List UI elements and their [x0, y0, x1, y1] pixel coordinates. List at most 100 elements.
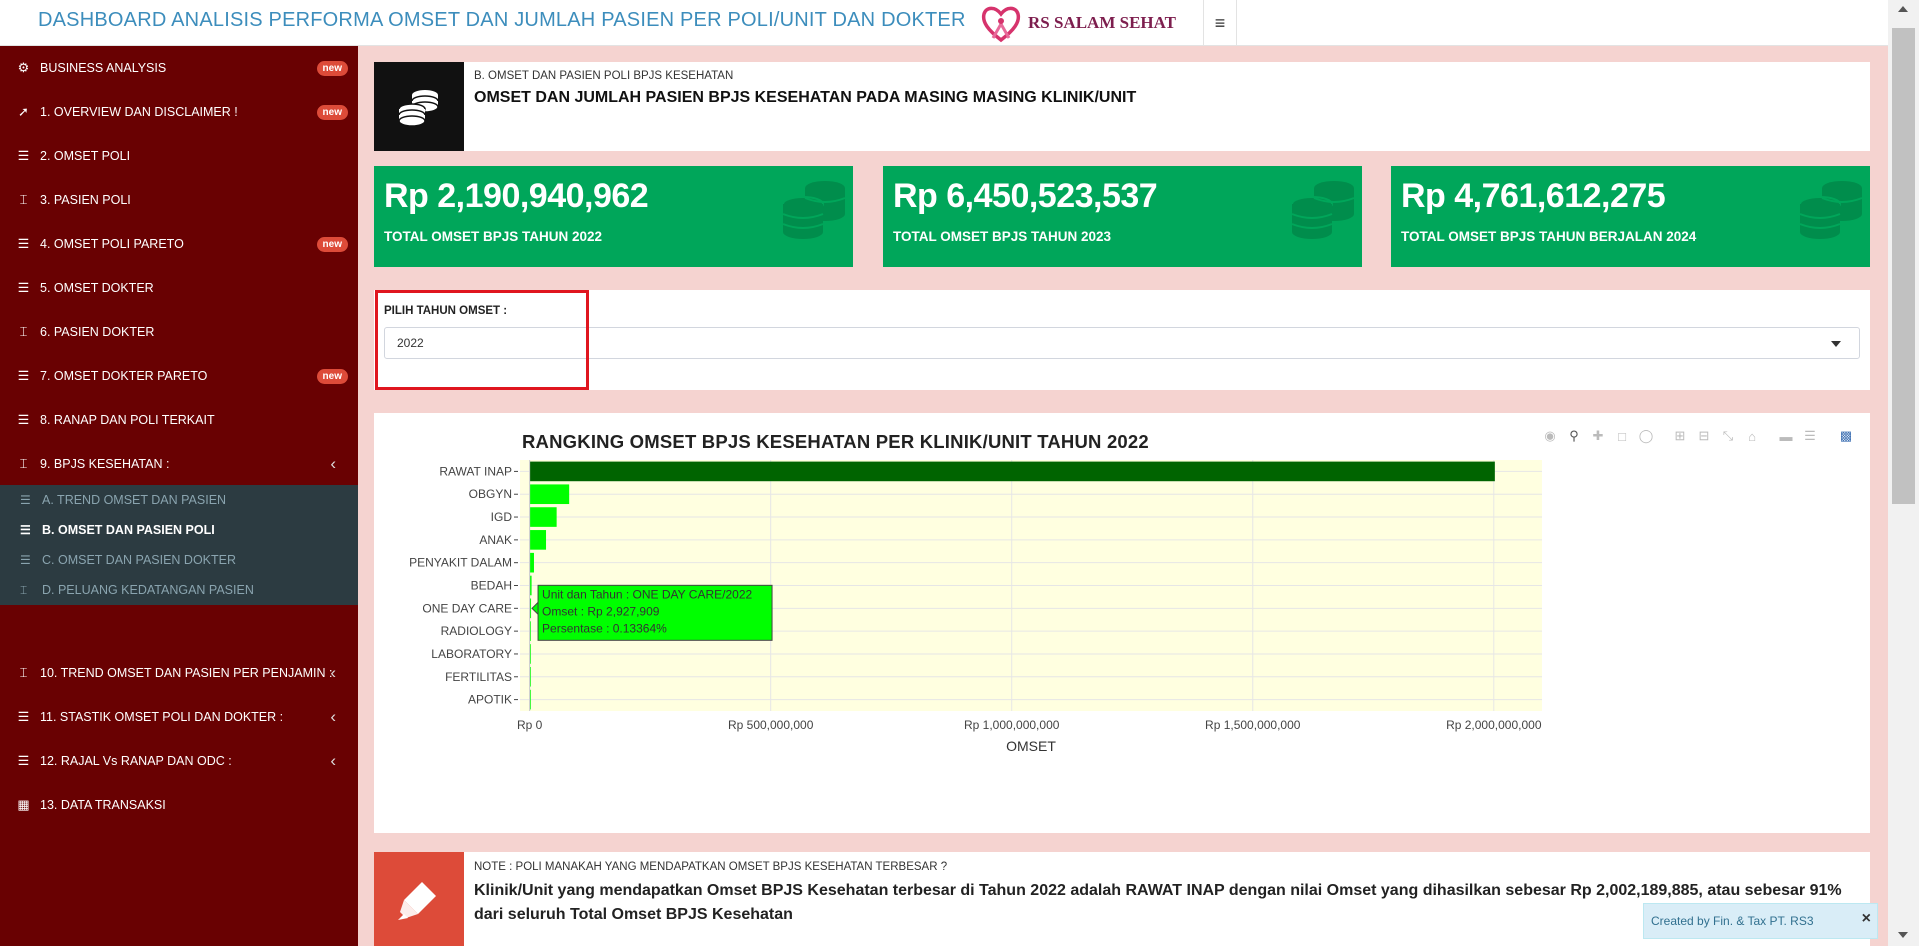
sidebar-item-13[interactable]: ☰ 12. RAJAL Vs RANAP DAN ODC : ‹: [0, 739, 358, 783]
database-icon: [1796, 174, 1866, 249]
note-subtitle: NOTE : POLI MANAKAH YANG MENDAPATKAN OMS…: [474, 861, 948, 873]
sidebar-item-7[interactable]: ⌶ 6. PASIEN DOKTER: [0, 310, 358, 354]
sidebar-item-label: 7. OMSET DOKTER PARETO: [40, 369, 208, 383]
kpi-box-2022: Rp 2,190,940,962 TOTAL OMSET BPJS TAHUN …: [374, 166, 853, 267]
close-icon[interactable]: ×: [1862, 910, 1871, 928]
scroll-up-arrow-icon[interactable]: [1898, 6, 1908, 12]
sidebar-item-label: 5. OMSET DOKTER: [40, 281, 154, 295]
reset-axes-icon[interactable]: ⌂: [1742, 427, 1762, 445]
submenu-item-label: D. PELUANG KEDATANGAN PASIEN: [42, 583, 254, 597]
year-filter-box: PILIH TAHUN OMSET : 2022: [374, 290, 1870, 390]
sidebar-item-label: 11. STASTIK OMSET POLI DAN DOKTER :: [40, 710, 284, 724]
hospital-logo: RS SALAM SEHAT: [978, 2, 1176, 44]
y-tick-label: RADIOLOGY: [441, 624, 512, 638]
gear-icon: ⚙: [17, 60, 30, 75]
coins-icon: ☰: [20, 523, 31, 537]
y-tick-label: ONE DAY CARE: [422, 601, 512, 615]
sidebar-item-label: 12. RAJAL Vs RANAP DAN ODC :: [40, 754, 232, 768]
plotly-logo-icon[interactable]: ▩: [1836, 427, 1856, 445]
autoscale-icon[interactable]: ⤡: [1718, 427, 1738, 445]
coins-icon: [374, 62, 464, 151]
bed-icon: ⌶: [19, 324, 28, 339]
sidebar-item-11[interactable]: ⌶ 10. TREND OMSET DAN PASIEN PER PENJAMIN…: [0, 651, 358, 695]
top-header: DASHBOARD ANALISIS PERFORMA OMSET DAN JU…: [0, 0, 1888, 46]
page-title: OMSET DAN JUMLAH PASIEN BPJS KESEHATAN P…: [474, 89, 1137, 106]
camera-icon[interactable]: ◉: [1540, 427, 1560, 445]
ranking-chart-box: Rp 0 Rp 500,000,000 Rp 1,000,000,000 Rp 1,5…: [374, 413, 1870, 833]
kpi-box-2024: Rp 4,761,612,275 TOTAL OMSET BPJS TAHUN …: [1391, 166, 1870, 267]
y-tick-label: IGD: [491, 510, 513, 524]
pan-icon[interactable]: ✚: [1588, 427, 1608, 445]
credit-toast: Created by Fin. & Tax PT. RS3 ×: [1643, 903, 1878, 939]
compare-hover-icon[interactable]: ☰: [1800, 427, 1820, 445]
zoom-icon[interactable]: ⚲: [1564, 427, 1584, 445]
sidebar-item-9[interactable]: ☰ 8. RANAP DAN POLI TERKAIT: [0, 398, 358, 442]
coins-icon: ☰: [20, 553, 31, 567]
bar-rawat-inap[interactable]: [529, 461, 1495, 482]
chart-modebar: ◉ ⚲ ✚ □ ◯ ⊞ ⊟ ⤡ ⌂ ▬ ☰ ▩: [1540, 427, 1856, 445]
kpi-label: TOTAL OMSET BPJS TAHUN 2022: [384, 229, 603, 244]
scroll-down-arrow-icon[interactable]: [1898, 932, 1908, 938]
sidebar-item-label: 9. BPJS KESEHATAN :: [40, 457, 170, 471]
sidebar-item-label: 4. OMSET POLI PARETO: [40, 237, 184, 251]
sidebar-item-label: 2. OMSET POLI: [40, 149, 131, 163]
tooltip-line: Unit dan Tahun : ONE DAY CARE/2022: [542, 587, 752, 601]
x-tick-label: Rp 0: [517, 718, 543, 732]
submenu-item-c[interactable]: ☰ C. OMSET DAN PASIEN DOKTER: [0, 545, 358, 575]
sidebar-item-2[interactable]: ➚ 1. OVERVIEW DAN DISCLAIMER ! new: [0, 90, 358, 134]
bar-penyakit-dalam[interactable]: [529, 552, 534, 573]
chevron-left-icon: ‹: [330, 454, 336, 473]
x-tick-label: Rp 500,000,000: [728, 718, 814, 732]
sidebar-item-label: 10. TREND OMSET DAN PASIEN PER PENJAMIN …: [40, 666, 333, 680]
scrollbar-thumb[interactable]: [1892, 28, 1915, 504]
new-badge: new: [316, 237, 348, 252]
page-scrollbar[interactable]: [1888, 0, 1919, 946]
rocket-icon: ➚: [18, 104, 29, 119]
sidebar-item-10[interactable]: ⌶ 9. BPJS KESEHATAN : ‹: [0, 442, 358, 486]
hamburger-icon: ≡: [1214, 12, 1226, 33]
kpi-label: TOTAL OMSET BPJS TAHUN BERJALAN 2024: [1401, 229, 1697, 244]
kpi-value: Rp 2,190,940,962: [384, 177, 649, 215]
coins-icon: ☰: [17, 709, 30, 724]
bar-chart[interactable]: Rp 0 Rp 500,000,000 Rp 1,000,000,000 Rp 1,5…: [374, 413, 1870, 833]
zoom-out-icon[interactable]: ⊟: [1694, 427, 1714, 445]
lasso-select-icon[interactable]: ◯: [1636, 427, 1656, 445]
sidebar-item-label: 3. PASIEN POLI: [40, 193, 131, 207]
sidebar-item-1[interactable]: ⚙ BUSINESS ANALYSIS new: [0, 46, 358, 90]
page-subtitle: B. OMSET DAN PASIEN POLI BPJS KESEHATAN: [474, 70, 734, 82]
sidebar-item-12[interactable]: ☰ 11. STASTIK OMSET POLI DAN DOKTER : ‹: [0, 695, 358, 739]
submenu-item-label: B. OMSET DAN PASIEN POLI: [42, 523, 215, 537]
bar-obgyn[interactable]: [529, 484, 570, 505]
database-icon: [1288, 174, 1358, 249]
chevron-left-icon: ‹: [330, 663, 336, 682]
sidebar-item-5[interactable]: ☰ 4. OMSET POLI PARETO new: [0, 222, 358, 266]
sidebar-item-4[interactable]: ⌶ 3. PASIEN POLI: [0, 178, 358, 222]
new-badge: new: [316, 105, 348, 120]
sidebar-item-8[interactable]: ☰ 7. OMSET DOKTER PARETO new: [0, 354, 358, 398]
y-tick-label: OBGYN: [469, 487, 512, 501]
bar-anak[interactable]: [529, 530, 547, 550]
menu-toggle-button[interactable]: ≡: [1203, 0, 1237, 46]
sidebar: ⚙ BUSINESS ANALYSIS new ➚ 1. OVERVIEW DAN DI…: [0, 46, 358, 946]
spike-lines-icon[interactable]: ▬: [1776, 427, 1796, 445]
chevron-left-icon: ‹: [330, 751, 336, 770]
box-select-icon[interactable]: □: [1612, 427, 1632, 445]
x-tick-label: Rp 1,000,000,000: [964, 718, 1060, 732]
bar-igd[interactable]: [529, 507, 557, 527]
submenu-item-b[interactable]: ☰ B. OMSET DAN PASIEN POLI: [0, 515, 358, 545]
zoom-in-icon[interactable]: ⊞: [1670, 427, 1690, 445]
bed-icon: ⌶: [19, 456, 28, 471]
sidebar-item-6[interactable]: ☰ 5. OMSET DOKTER: [0, 266, 358, 310]
sidebar-item-label: 13. DATA TRANSAKSI: [40, 798, 166, 812]
submenu-item-label: A. TREND OMSET DAN PASIEN: [42, 493, 227, 507]
submenu-item-d[interactable]: ⌶ D. PELUANG KEDATANGAN PASIEN: [0, 575, 358, 605]
sidebar-item-label: 1. OVERVIEW DAN DISCLAIMER !: [40, 105, 238, 119]
coins-icon: ☰: [17, 236, 30, 251]
submenu-item-a[interactable]: ☰ A. TREND OMSET DAN PASIEN: [0, 485, 358, 515]
kpi-value: Rp 4,761,612,275: [1401, 177, 1666, 215]
sidebar-item-3[interactable]: ☰ 2. OMSET POLI: [0, 134, 358, 178]
highlighter-icon: [374, 852, 464, 946]
sidebar-item-14[interactable]: ▦ 13. DATA TRANSAKSI: [0, 783, 358, 827]
year-select-dropdown[interactable]: 2022: [384, 327, 1860, 359]
year-select-value: 2022: [397, 336, 424, 350]
